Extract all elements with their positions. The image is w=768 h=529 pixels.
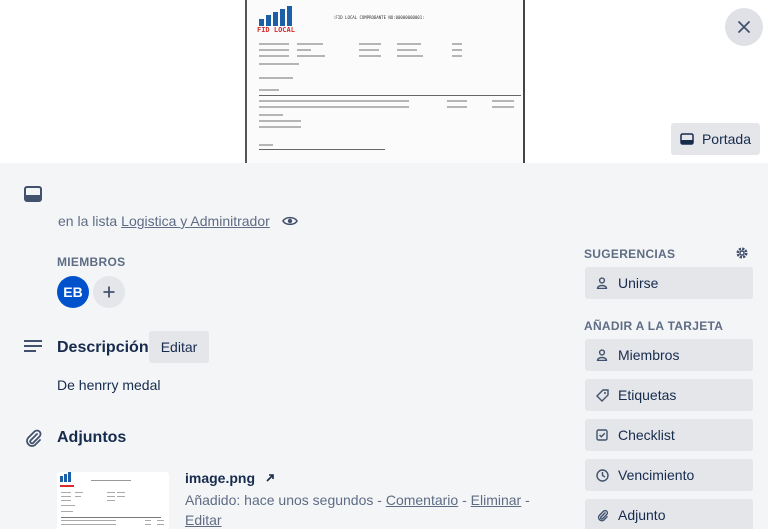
description-text[interactable]: De henrry medal [57, 377, 161, 393]
doc-line [259, 43, 289, 45]
doc-line [397, 55, 423, 57]
doc-rule [259, 149, 385, 150]
attachment-filename[interactable]: image.png [185, 470, 255, 486]
doc-line [397, 49, 417, 51]
checklist-button[interactable]: Checklist [585, 419, 753, 451]
external-link-icon[interactable] [265, 473, 275, 483]
doc-line [452, 55, 462, 57]
tag-icon [594, 388, 610, 402]
attachment-button-label: Adjunto [618, 507, 666, 523]
attachment-thumbnail[interactable] [57, 472, 169, 529]
gear-icon [736, 247, 748, 259]
attachment-edit-link[interactable]: Editar [185, 512, 222, 528]
doc-line [259, 89, 279, 91]
person-icon [594, 349, 610, 361]
doc-line [492, 106, 514, 108]
close-button[interactable] [725, 8, 763, 46]
card-cover: FID LOCAL :FID LOCAL COMPROBANTE NO:0000… [0, 0, 768, 163]
doc-line [259, 106, 409, 108]
doc-line [259, 49, 289, 51]
doc-line [452, 43, 462, 45]
doc-line [259, 55, 289, 57]
description-icon [23, 339, 43, 355]
due-date-button[interactable]: Vencimiento [585, 459, 753, 491]
edit-description-button[interactable]: Editar [149, 331, 209, 363]
checklist-icon [594, 429, 610, 441]
doc-line [492, 100, 514, 102]
list-link[interactable]: Logistica y Adminitrador [121, 213, 270, 229]
attachments-title: Adjuntos [57, 429, 127, 446]
doc-line [259, 126, 301, 128]
add-to-card-title: AÑADIR A LA TARJETA [584, 319, 724, 333]
description-title: Descripción [57, 339, 149, 356]
cover-button-label: Portada [701, 131, 752, 147]
attachment-button[interactable]: Adjunto [585, 499, 753, 529]
doc-rule [259, 95, 521, 96]
doc-line [259, 114, 283, 116]
paperclip-icon [23, 428, 43, 448]
add-member-button[interactable] [93, 276, 125, 308]
attachment-name[interactable]: image.png [185, 470, 275, 486]
eye-icon[interactable] [281, 215, 298, 227]
due-date-button-label: Vencimiento [618, 467, 695, 483]
attachment-meta: Añadido: hace unos segundos - Comentario… [185, 492, 530, 528]
clock-icon [594, 468, 610, 482]
cover-image[interactable]: FID LOCAL :FID LOCAL COMPROBANTE NO:0000… [245, 0, 525, 163]
doc-line [397, 43, 421, 45]
cover-button[interactable]: Portada [671, 123, 760, 155]
card-icon [680, 133, 694, 145]
join-label: Unirse [618, 275, 659, 291]
join-button[interactable]: Unirse [585, 267, 753, 299]
avatar[interactable]: EB [57, 276, 89, 308]
doc-line [359, 49, 379, 51]
doc-line [259, 120, 301, 122]
doc-line [259, 77, 293, 79]
card-header-icon [23, 185, 43, 203]
doc-line [259, 63, 299, 65]
suggestions-title: SUGERENCIAS [584, 247, 676, 261]
doc-line [297, 43, 323, 45]
close-icon [738, 21, 750, 33]
plus-icon [103, 286, 115, 298]
doc-line [259, 144, 273, 146]
attachment-preview-icon [60, 472, 164, 525]
doc-line [447, 100, 467, 102]
members-button-label: Miembros [618, 347, 680, 363]
attachment-comment-link[interactable]: Comentario [386, 492, 458, 508]
attachment-added: Añadido: hace unos segundos [185, 492, 374, 508]
document-header: :FID LOCAL COMPROBANTE NO:00000000001: [333, 15, 425, 20]
list-info: en la lista Logistica y Adminitrador [58, 213, 298, 229]
checklist-button-label: Checklist [618, 427, 675, 443]
document-logo-text: FID LOCAL [257, 26, 295, 34]
document-logo-icon [259, 6, 292, 26]
doc-line [297, 55, 325, 57]
members-title: MIEMBROS [57, 255, 126, 269]
labels-button[interactable]: Etiquetas [585, 379, 753, 411]
members-button[interactable]: Miembros [585, 339, 753, 371]
doc-line [359, 55, 381, 57]
list-prefix: en la lista [58, 213, 118, 229]
labels-button-label: Etiquetas [618, 387, 677, 403]
doc-line [447, 106, 467, 108]
settings-button[interactable] [731, 242, 753, 264]
attachment-delete-link[interactable]: Eliminar [471, 492, 522, 508]
doc-line [297, 49, 311, 51]
doc-line [259, 100, 409, 102]
paperclip-icon [594, 509, 610, 522]
person-icon [594, 277, 610, 289]
doc-line [452, 49, 462, 51]
doc-line [359, 43, 381, 45]
